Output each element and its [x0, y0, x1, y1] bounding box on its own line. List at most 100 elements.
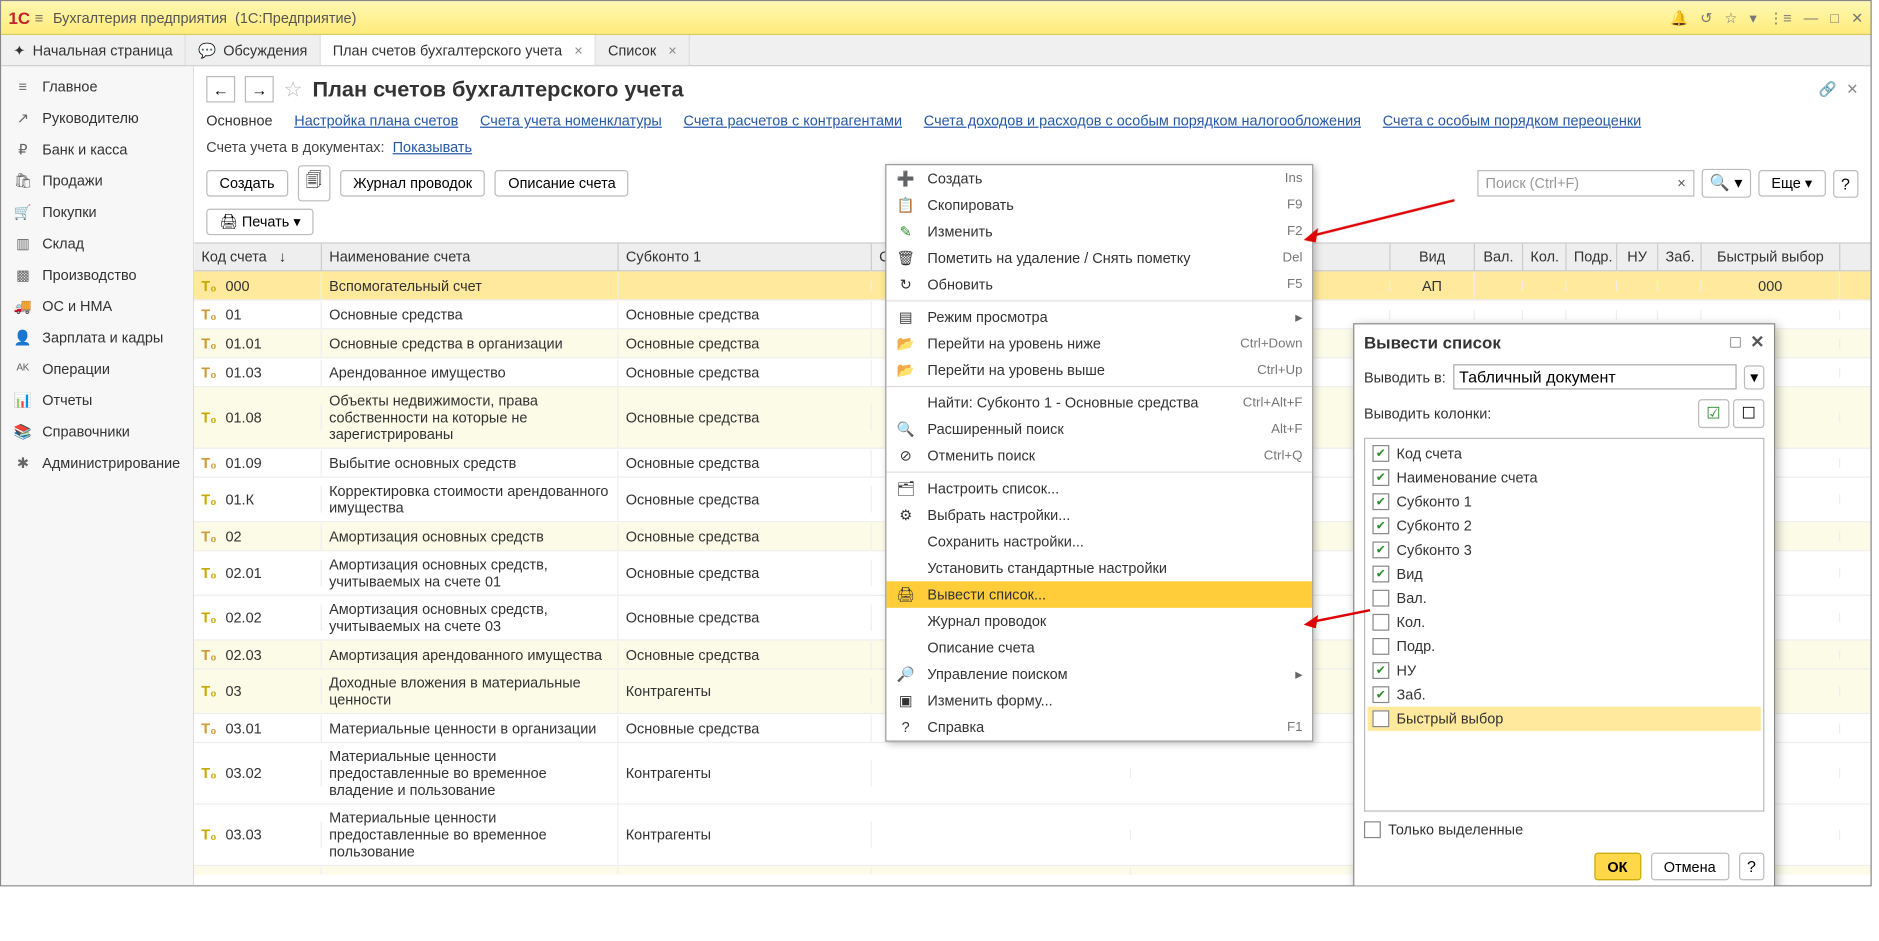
close-icon[interactable]: × — [574, 42, 582, 59]
tab-plan[interactable]: План счетов бухгалтерского учета× — [321, 35, 596, 65]
subnav-link[interactable]: Счета учета номенклатуры — [480, 112, 662, 129]
context-menu-item[interactable]: Описание счета — [886, 634, 1312, 661]
context-menu-item[interactable]: ▣Изменить форму... — [886, 687, 1312, 714]
context-menu-item[interactable]: 📋СкопироватьF9 — [886, 192, 1312, 219]
settings-icon[interactable]: ⋮≡ — [1769, 9, 1792, 26]
create-button[interactable]: Создать — [206, 170, 288, 197]
context-menu-item[interactable]: ?СправкаF1 — [886, 714, 1312, 741]
checkbox[interactable] — [1372, 638, 1389, 655]
sidebar-item-bank[interactable]: ₽Банк и касса — [1, 134, 193, 165]
context-menu-item[interactable]: ▤Режим просмотра▸ — [886, 304, 1312, 331]
menu-icon[interactable]: ≡ — [35, 9, 43, 26]
sidebar-item-main[interactable]: ≡Главное — [1, 71, 193, 102]
column-checkbox-row[interactable]: Вид — [1368, 562, 1761, 586]
column-checkbox-row[interactable]: Быстрый выбор — [1368, 707, 1761, 731]
context-menu-item[interactable]: 🔎Управление поиском▸ — [886, 661, 1312, 688]
subnav-link[interactable]: Настройка плана счетов — [294, 112, 458, 129]
context-menu-item[interactable]: ⊘Отменить поискCtrl+Q — [886, 443, 1312, 470]
sidebar-item-admin[interactable]: ✱Администрирование — [1, 447, 193, 478]
more-button[interactable]: Еще ▾ — [1758, 170, 1825, 197]
context-menu-item[interactable]: 🖨Вывести список... — [886, 581, 1312, 608]
checkbox[interactable] — [1372, 445, 1389, 462]
close-icon[interactable]: ✕ — [1846, 81, 1858, 98]
context-menu-item[interactable]: ↻ОбновитьF5 — [886, 271, 1312, 298]
help-button[interactable]: ? — [1833, 169, 1859, 197]
subnav-link[interactable]: Счета доходов и расходов с особым порядк… — [924, 112, 1361, 129]
only-selected-checkbox[interactable] — [1364, 821, 1381, 838]
sidebar-item-purchase[interactable]: 🛒Покупки — [1, 197, 193, 228]
column-checkbox-row[interactable]: НУ — [1368, 658, 1761, 682]
sidebar-item-os[interactable]: 🚚ОС и НМА — [1, 291, 193, 322]
desc-button[interactable]: Описание счета — [495, 170, 629, 197]
close-icon[interactable]: ✕ — [1750, 332, 1764, 353]
ok-button[interactable]: ОК — [1594, 853, 1641, 881]
context-menu-item[interactable]: 📂Перейти на уровень вышеCtrl+Up — [886, 357, 1312, 384]
show-link[interactable]: Показывать — [393, 139, 472, 156]
checkbox[interactable] — [1372, 566, 1389, 583]
sidebar-item-mgr[interactable]: ↗Руководителю — [1, 103, 193, 134]
column-checkbox-row[interactable]: Наименование счета — [1368, 466, 1761, 490]
context-menu-item[interactable]: 🗑Пометить на удаление / Снять пометкуDel — [886, 245, 1312, 272]
column-checkbox-row[interactable]: Субконто 3 — [1368, 538, 1761, 562]
tab-home[interactable]: ✦Начальная страница — [1, 35, 186, 65]
restore-icon[interactable]: □ — [1730, 332, 1740, 353]
context-menu-item[interactable]: ⚙Выбрать настройки... — [886, 502, 1312, 529]
context-menu-item[interactable]: ✎ИзменитьF2 — [886, 218, 1312, 245]
checkbox[interactable] — [1372, 590, 1389, 607]
journal-button[interactable]: Журнал проводок — [340, 170, 485, 197]
history-icon[interactable]: ↺ — [1700, 9, 1712, 26]
checkbox[interactable] — [1372, 686, 1389, 703]
column-checkbox-row[interactable]: Субконто 1 — [1368, 490, 1761, 514]
close-icon[interactable]: ✕ — [1851, 9, 1863, 26]
uncheck-all-button[interactable]: ☐ — [1733, 399, 1764, 428]
checkbox[interactable] — [1372, 517, 1389, 534]
checkbox[interactable] — [1372, 541, 1389, 558]
search-input[interactable]: Поиск (Ctrl+F)× — [1477, 170, 1694, 197]
context-menu-item[interactable]: Журнал проводок — [886, 608, 1312, 635]
tab-list[interactable]: Список× — [596, 35, 690, 65]
maximize-icon[interactable]: □ — [1830, 9, 1839, 26]
subnav-link[interactable]: Основное — [206, 112, 272, 129]
column-checkbox-row[interactable]: Заб. — [1368, 683, 1761, 707]
close-icon[interactable]: × — [668, 42, 676, 59]
context-menu-item[interactable]: Установить стандартные настройки — [886, 555, 1312, 582]
checkbox[interactable] — [1372, 662, 1389, 679]
tab-discussions[interactable]: 💬Обсуждения — [186, 35, 321, 65]
find-by-number-button[interactable]: 🗐 — [297, 165, 330, 201]
link-icon[interactable]: 🔗 — [1819, 81, 1837, 98]
column-checkbox-row[interactable]: Кол. — [1368, 610, 1761, 634]
columns-list[interactable]: Код счетаНаименование счетаСубконто 1Суб… — [1364, 438, 1764, 812]
checkbox[interactable] — [1372, 469, 1389, 486]
forward-button[interactable]: → — [245, 76, 274, 103]
sidebar-item-salary[interactable]: 👤Зарплата и кадры — [1, 322, 193, 353]
checkbox[interactable] — [1372, 710, 1389, 727]
dropdown-button[interactable]: ▾ — [1744, 365, 1764, 389]
print-button[interactable]: 🖨 Печать ▾ — [206, 209, 314, 236]
check-all-button[interactable]: ☑ — [1698, 399, 1729, 428]
context-menu-item[interactable]: Сохранить настройки... — [886, 528, 1312, 555]
column-checkbox-row[interactable]: Код счета — [1368, 441, 1761, 465]
context-menu-item[interactable]: Найти: Субконто 1 - Основные средстваCtr… — [886, 390, 1312, 417]
checkbox[interactable] — [1372, 614, 1389, 631]
advanced-search-button[interactable]: 🔍 ▾ — [1701, 169, 1750, 198]
sidebar-item-stock[interactable]: ▥Склад — [1, 228, 193, 259]
dropdown-icon[interactable]: ▾ — [1749, 9, 1756, 26]
context-menu-item[interactable]: 📂Перейти на уровень нижеCtrl+Down — [886, 330, 1312, 357]
column-checkbox-row[interactable]: Субконто 2 — [1368, 514, 1761, 538]
back-button[interactable]: ← — [206, 76, 235, 103]
cancel-button[interactable]: Отмена — [1650, 853, 1728, 881]
column-checkbox-row[interactable]: Подр. — [1368, 634, 1761, 658]
favorite-icon[interactable]: ☆ — [283, 77, 302, 102]
context-menu-item[interactable]: 🔍Расширенный поискAlt+F — [886, 416, 1312, 443]
sidebar-item-ops[interactable]: ᴬᴷОперации — [1, 353, 193, 384]
sidebar-item-sales[interactable]: 🛍Продажи — [1, 165, 193, 196]
bell-icon[interactable]: 🔔 — [1670, 9, 1688, 26]
checkbox[interactable] — [1372, 493, 1389, 510]
context-menu-item[interactable]: ➕СоздатьIns — [886, 165, 1312, 192]
minimize-icon[interactable]: — — [1804, 9, 1818, 26]
star-icon[interactable]: ☆ — [1724, 9, 1737, 26]
sidebar-item-reports[interactable]: 📊Отчеты — [1, 385, 193, 416]
context-menu-item[interactable]: 🗂Настроить список... — [886, 475, 1312, 502]
column-checkbox-row[interactable]: Вал. — [1368, 586, 1761, 610]
sidebar-item-refs[interactable]: 📚Справочники — [1, 416, 193, 447]
